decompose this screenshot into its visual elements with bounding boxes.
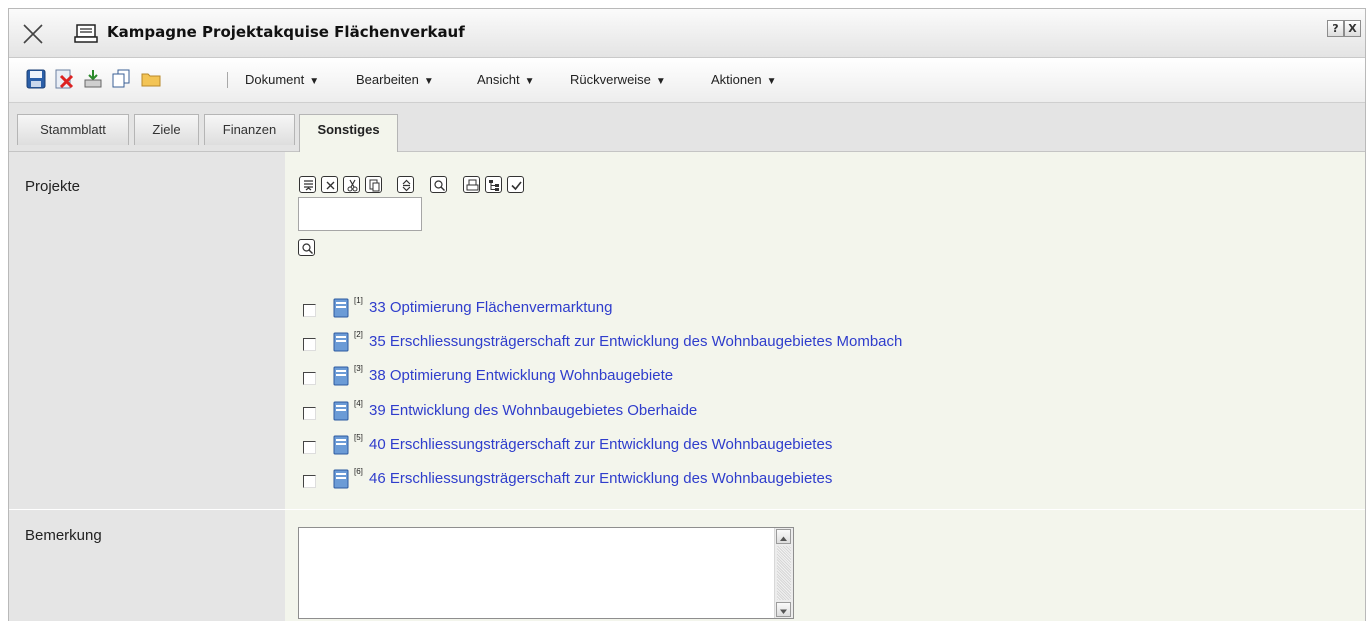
menu-rueckverweise[interactable]: Rückverweise ▼: [570, 72, 666, 87]
scroll-up-icon[interactable]: [776, 529, 791, 544]
menu-label: Dokument: [245, 72, 305, 87]
menu-label: Ansicht: [477, 72, 520, 87]
tab-ziele[interactable]: Ziele: [134, 114, 199, 145]
check-icon[interactable]: [507, 176, 524, 193]
book-icon: [333, 366, 349, 386]
menu-label: Rückverweise: [570, 72, 651, 87]
tab-stammblatt[interactable]: Stammblatt: [17, 114, 129, 145]
chevron-down-icon: ▼: [655, 76, 666, 87]
project-index: [1]: [354, 296, 363, 305]
tab-bar: Stammblatt Ziele Finanzen Sonstiges: [9, 103, 1365, 152]
project-checkbox[interactable]: [303, 338, 316, 351]
project-index: [5]: [354, 433, 363, 442]
scroll-track[interactable]: [777, 546, 791, 600]
book-icon: [333, 469, 349, 489]
toolbar-separator: [227, 72, 228, 88]
document-window: Kampagne Projektakquise Flächenverkauf ?…: [8, 8, 1366, 621]
project-link[interactable]: 35 Erschliessungsträgerschaft zur Entwic…: [369, 333, 902, 350]
book-icon: [333, 435, 349, 455]
project-checkbox[interactable]: [303, 475, 316, 488]
bemerkung-label: Bemerkung: [25, 527, 102, 544]
document-type-icon: [74, 23, 100, 45]
help-button[interactable]: ?: [1327, 20, 1344, 37]
title-bar: Kampagne Projektakquise Flächenverkauf ?…: [9, 9, 1365, 58]
book-icon: [333, 332, 349, 352]
menu-ansicht[interactable]: Ansicht ▼: [477, 72, 535, 87]
menu-label: Aktionen: [711, 72, 762, 87]
project-checkbox[interactable]: [303, 372, 316, 385]
chevron-down-icon: ▼: [423, 76, 434, 87]
project-link[interactable]: 33 Optimierung Flächenvermarktung: [369, 299, 612, 316]
menu-label: Bearbeiten: [356, 72, 419, 87]
search-icon[interactable]: [430, 176, 447, 193]
folder-icon[interactable]: [141, 69, 161, 89]
book-icon: [333, 298, 349, 318]
vertical-scrollbar[interactable]: [774, 528, 793, 618]
project-link[interactable]: 40 Erschliessungsträgerschaft zur Entwic…: [369, 436, 832, 453]
projekte-search-input[interactable]: [298, 197, 422, 231]
label-column: [9, 152, 285, 621]
chevron-down-icon: ▼: [309, 76, 320, 87]
tab-finanzen[interactable]: Finanzen: [204, 114, 295, 145]
project-index: [4]: [354, 399, 363, 408]
export-icon[interactable]: [83, 69, 103, 89]
row-divider: [9, 509, 1365, 510]
bemerkung-textarea[interactable]: [298, 527, 794, 619]
menu-aktionen[interactable]: Aktionen ▼: [711, 72, 777, 87]
remove-icon[interactable]: [321, 176, 338, 193]
list-icon[interactable]: [299, 176, 316, 193]
form-content: Projekte Bemerkung [1] 33 Optimierung Fl…: [9, 152, 1365, 621]
chevron-down-icon: ▼: [524, 76, 535, 87]
projekte-label: Projekte: [25, 178, 81, 195]
search-button-icon[interactable]: [298, 239, 315, 256]
project-index: [2]: [354, 330, 363, 339]
chevron-down-icon: ▼: [766, 76, 777, 87]
project-link[interactable]: 39 Entwicklung des Wohnbaugebietes Oberh…: [369, 402, 697, 419]
delete-icon[interactable]: [54, 69, 74, 89]
project-link[interactable]: 38 Optimierung Entwicklung Wohnbaugebiet…: [369, 367, 673, 384]
close-button[interactable]: X: [1344, 20, 1361, 37]
tree-icon[interactable]: [485, 176, 502, 193]
tab-sonstiges[interactable]: Sonstiges: [299, 114, 398, 152]
project-checkbox[interactable]: [303, 304, 316, 317]
close-document-icon[interactable]: [22, 23, 44, 45]
save-icon[interactable]: [26, 69, 46, 89]
project-checkbox[interactable]: [303, 441, 316, 454]
project-index: [6]: [354, 467, 363, 476]
copy-icon[interactable]: [111, 69, 131, 89]
book-icon: [333, 401, 349, 421]
cut-icon[interactable]: [343, 176, 360, 193]
window-title: Kampagne Projektakquise Flächenverkauf: [107, 23, 465, 41]
scroll-down-icon[interactable]: [776, 602, 791, 617]
menu-bearbeiten[interactable]: Bearbeiten ▼: [356, 72, 434, 87]
toolbar: Dokument ▼ Bearbeiten ▼ Ansicht ▼ Rückverwe…: [9, 58, 1365, 103]
project-checkbox[interactable]: [303, 407, 316, 420]
project-link[interactable]: 46 Erschliessungsträgerschaft zur Entwic…: [369, 470, 832, 487]
paste-icon[interactable]: [365, 176, 382, 193]
menu-dokument[interactable]: Dokument ▼: [245, 72, 319, 87]
print-icon[interactable]: [463, 176, 480, 193]
project-index: [3]: [354, 364, 363, 373]
sort-icon[interactable]: [397, 176, 414, 193]
